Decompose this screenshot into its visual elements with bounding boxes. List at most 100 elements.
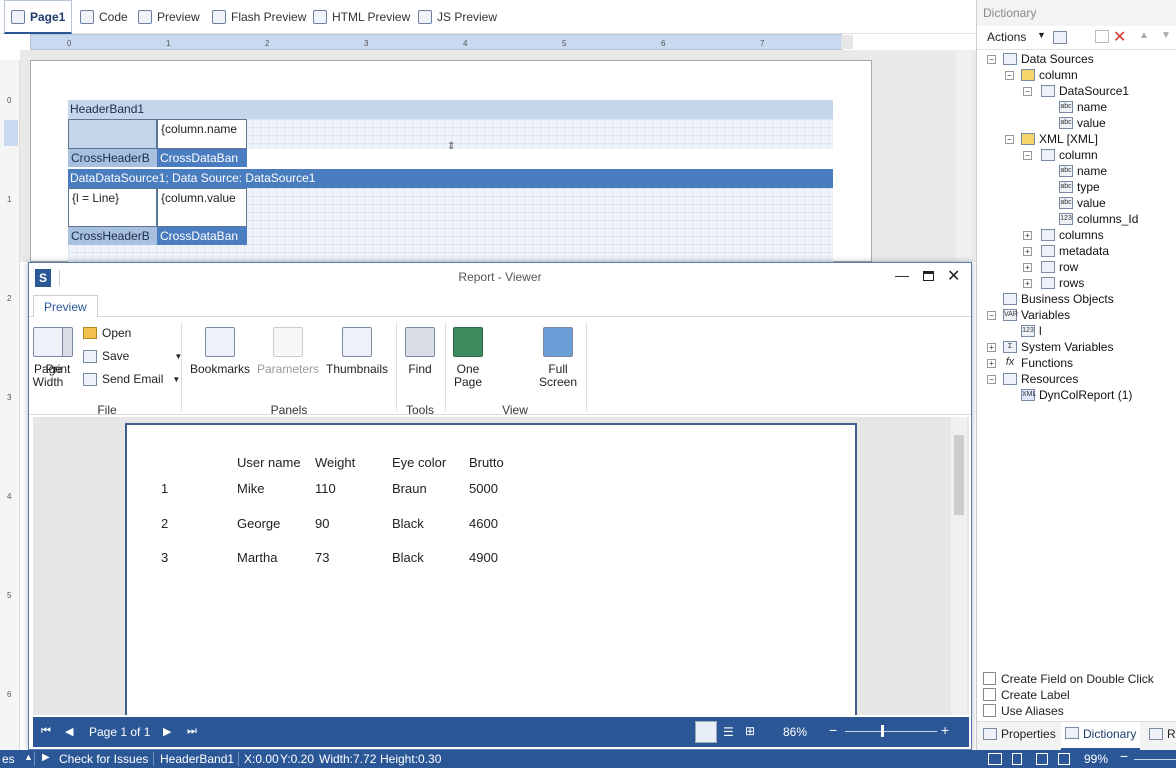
tree-resources[interactable]: Resources xyxy=(1003,372,1078,386)
chevron-up-icon[interactable]: ▲ xyxy=(24,752,33,762)
next-page-icon[interactable]: ▶ xyxy=(163,725,171,738)
one-page-button[interactable]: One Page xyxy=(451,327,485,389)
play-icon[interactable]: ▶ xyxy=(42,752,50,763)
tab-properties[interactable]: Properties xyxy=(983,727,1056,741)
edit-icon[interactable] xyxy=(1095,30,1109,43)
continuous-mode-icon[interactable]: ☰ xyxy=(723,725,734,739)
page-indicator[interactable]: Page 1 of 1 xyxy=(89,725,150,739)
expand-icon[interactable]: + xyxy=(987,359,996,368)
page-view-icon[interactable] xyxy=(988,753,1002,765)
minimize-icon[interactable]: — xyxy=(895,267,909,283)
fit-page-icon[interactable] xyxy=(1036,753,1048,765)
new-item-icon[interactable] xyxy=(1053,31,1067,44)
tree-rows[interactable]: rows xyxy=(1041,276,1084,290)
expand-icon[interactable]: + xyxy=(1023,247,1032,256)
tree-xml[interactable]: XML [XML] xyxy=(1021,132,1098,146)
actions-menu[interactable]: Actions xyxy=(987,30,1026,44)
collapse-icon[interactable]: − xyxy=(1005,135,1014,144)
cross-data-band-2[interactable]: CrossDataBan xyxy=(157,227,247,245)
tab-html-preview[interactable]: HTML Preview xyxy=(313,0,410,34)
header-band[interactable]: HeaderBand1 xyxy=(68,100,833,119)
page-width-button[interactable]: Page Width xyxy=(29,327,67,389)
design-scrollbar[interactable] xyxy=(956,50,972,262)
tree-x-value[interactable]: abc value xyxy=(1059,196,1106,210)
use-aliases-checkbox[interactable] xyxy=(983,704,996,717)
collapse-icon[interactable]: − xyxy=(987,311,996,320)
tab-preview[interactable]: Preview xyxy=(138,0,200,34)
cross-data-band[interactable]: CrossDataBan xyxy=(157,149,247,167)
tree-data-sources[interactable]: Data Sources xyxy=(1003,52,1094,66)
find-button[interactable]: Find xyxy=(403,327,437,376)
chevron-down-icon[interactable]: ▼ xyxy=(1037,30,1046,40)
tree-var-l[interactable]: 123 l xyxy=(1021,324,1042,338)
collapse-icon[interactable]: − xyxy=(1005,71,1014,80)
expand-icon[interactable]: + xyxy=(1023,263,1032,272)
tab-js-preview[interactable]: JS Preview xyxy=(418,0,497,34)
single-page-mode-icon[interactable] xyxy=(695,721,717,743)
tab-flash-preview[interactable]: Flash Preview xyxy=(212,0,306,34)
column-value-cell[interactable]: {column.value xyxy=(157,188,247,227)
zoom-slider-thumb[interactable] xyxy=(881,725,884,737)
tree-row[interactable]: row xyxy=(1041,260,1078,274)
tree-business-objects[interactable]: Business Objects xyxy=(1003,292,1114,306)
tree-x-type[interactable]: abc type xyxy=(1059,180,1100,194)
collapse-icon[interactable]: − xyxy=(1023,87,1032,96)
multi-page-icon[interactable] xyxy=(1058,753,1070,765)
tree-dyncolreport[interactable]: XML DynColReport (1) xyxy=(1021,388,1132,402)
collapse-icon[interactable]: − xyxy=(987,55,996,64)
collapse-icon[interactable]: − xyxy=(1023,151,1032,160)
delete-icon[interactable]: ✕ xyxy=(1113,27,1126,47)
move-up-icon[interactable]: ▲ xyxy=(1139,30,1149,41)
scrollbar-thumb[interactable] xyxy=(954,435,964,515)
tab-r[interactable]: R xyxy=(1149,727,1176,741)
tree-datasource1[interactable]: DataSource1 xyxy=(1041,84,1129,98)
tree-x-columns-id[interactable]: 123 columns_Id xyxy=(1059,212,1138,226)
tab-page1[interactable]: Page1 xyxy=(4,0,73,34)
data-band[interactable]: DataDataSource1; Data Source: DataSource… xyxy=(68,169,833,188)
collapse-icon[interactable]: − xyxy=(987,375,996,384)
tree-ds-name[interactable]: abc name xyxy=(1059,100,1107,114)
open-button[interactable]: Open xyxy=(83,326,131,340)
bookmarks-button[interactable]: Bookmarks xyxy=(189,327,251,376)
line-cell[interactable]: {l = Line} xyxy=(68,188,157,227)
prev-page-icon[interactable]: ◀ xyxy=(65,725,73,738)
create-label-checkbox[interactable] xyxy=(983,688,996,701)
tree-metadata[interactable]: metadata xyxy=(1041,244,1109,258)
cross-header-band[interactable]: CrossHeaderB xyxy=(68,149,157,167)
tree-variables[interactable]: VAR Variables xyxy=(1003,308,1070,322)
tree-column-source[interactable]: column xyxy=(1021,68,1078,82)
check-for-issues-button[interactable]: Check for Issues xyxy=(59,752,148,766)
zoom-in-icon[interactable]: + xyxy=(941,722,949,738)
tab-dictionary[interactable]: Dictionary xyxy=(1061,722,1141,750)
last-page-icon[interactable]: ⏭ xyxy=(187,725,197,738)
first-page-icon[interactable]: ⏮ xyxy=(41,725,51,738)
zoom-slider[interactable] xyxy=(845,731,937,732)
create-field-checkbox[interactable] xyxy=(983,672,996,685)
send-email-button[interactable]: Send Email ▼ xyxy=(83,372,180,386)
expand-icon[interactable]: + xyxy=(1023,231,1032,240)
close-icon[interactable]: ✕ xyxy=(947,266,960,286)
viewer-scrollbar[interactable] xyxy=(951,417,967,715)
tree-ds-value[interactable]: abc value xyxy=(1059,116,1106,130)
resize-handle-icon[interactable]: ⇕ xyxy=(447,141,455,153)
cross-header-cell[interactable] xyxy=(68,119,157,149)
tree-functions[interactable]: fx Functions xyxy=(1003,356,1073,370)
tree-x-name[interactable]: abc name xyxy=(1059,164,1107,178)
page-layout-icon[interactable] xyxy=(1012,753,1022,765)
zoom-slider[interactable] xyxy=(1134,759,1176,760)
tree-xml-column[interactable]: column xyxy=(1041,148,1098,162)
cross-header-band-2[interactable]: CrossHeaderB xyxy=(68,227,157,245)
parameters-button[interactable]: Parameters xyxy=(255,327,321,376)
full-screen-button[interactable]: Full Screen xyxy=(539,327,577,389)
multi-page-mode-icon[interactable]: ⊞ xyxy=(745,724,755,738)
column-name-cell[interactable]: {column.name xyxy=(157,119,247,149)
tree-columns[interactable]: columns xyxy=(1041,228,1104,242)
thumbnails-button[interactable]: Thumbnails xyxy=(325,327,389,376)
zoom-out-icon[interactable]: − xyxy=(829,722,837,738)
chevron-down-icon[interactable]: ▼ xyxy=(172,375,180,384)
maximize-icon[interactable] xyxy=(923,271,934,281)
tab-code[interactable]: Code xyxy=(80,0,128,34)
tree-system-variables[interactable]: Σ System Variables xyxy=(1003,340,1113,354)
expand-icon[interactable]: + xyxy=(1023,279,1032,288)
expand-icon[interactable]: + xyxy=(987,343,996,352)
